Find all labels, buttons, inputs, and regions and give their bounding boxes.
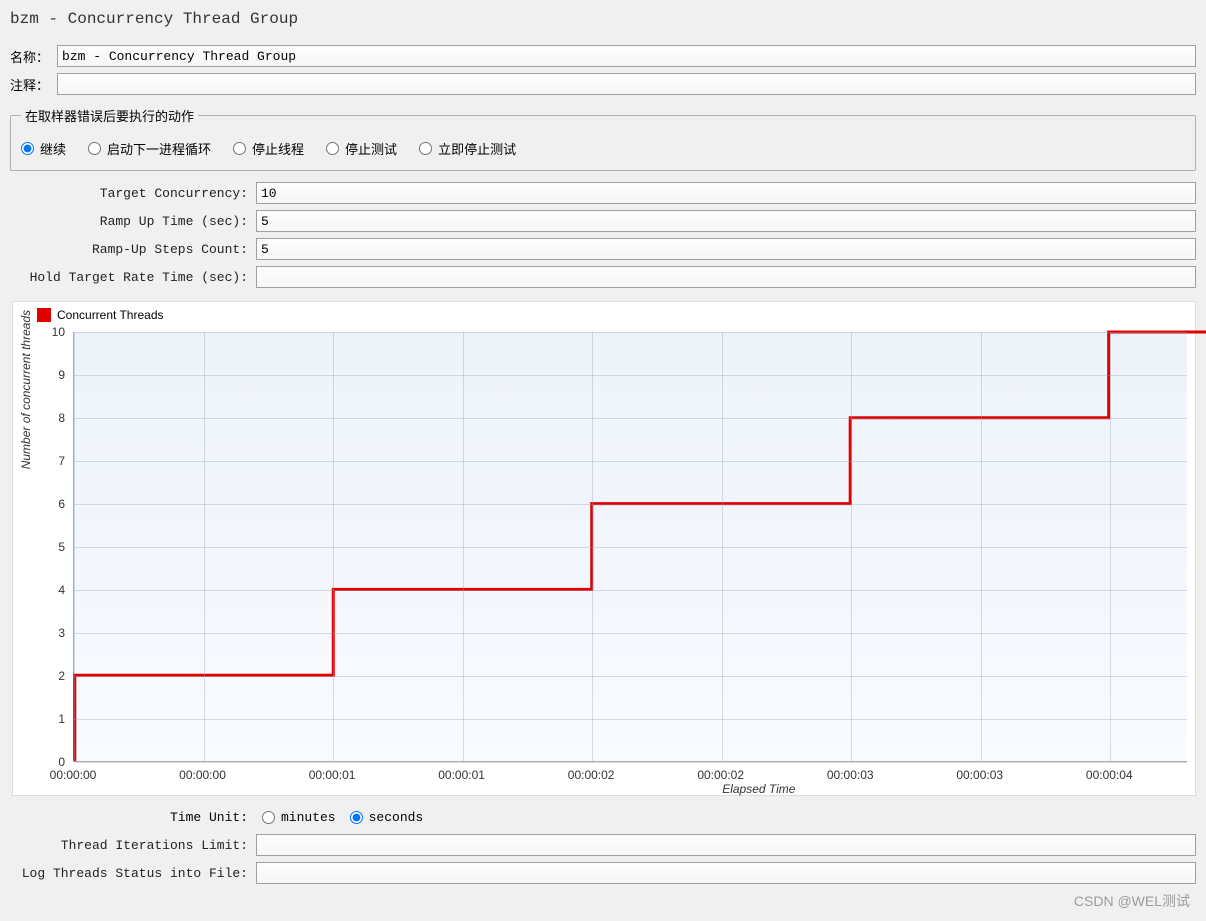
radio-stop-thread-input[interactable] xyxy=(233,142,246,155)
radio-stop-test[interactable]: 停止测试 xyxy=(326,139,397,158)
name-input[interactable] xyxy=(57,45,1196,67)
comment-input[interactable] xyxy=(57,73,1196,95)
y-tick: 2 xyxy=(45,669,65,683)
radio-continue-label: 继续 xyxy=(40,139,66,158)
time-unit-label: Time Unit: xyxy=(10,810,248,825)
legend-swatch-icon xyxy=(37,308,51,322)
error-action-group: 在取样器错误后要执行的动作 继续 启动下一进程循环 停止线程 停止测试 立即停止… xyxy=(10,106,1196,171)
radio-stop-test-now[interactable]: 立即停止测试 xyxy=(419,139,516,158)
radio-seconds[interactable]: seconds xyxy=(350,810,424,825)
radio-stop-test-now-input[interactable] xyxy=(419,142,432,155)
radio-seconds-input[interactable] xyxy=(350,811,363,824)
y-tick: 7 xyxy=(45,454,65,468)
ramp-up-time-label: Ramp Up Time (sec): xyxy=(10,214,248,229)
y-tick: 1 xyxy=(45,712,65,726)
y-tick: 10 xyxy=(45,325,65,339)
error-action-legend: 在取样器错误后要执行的动作 xyxy=(21,106,198,125)
y-tick: 8 xyxy=(45,411,65,425)
radio-stop-thread[interactable]: 停止线程 xyxy=(233,139,304,158)
log-file-label: Log Threads Status into File: xyxy=(10,866,248,881)
chart-legend: Concurrent Threads xyxy=(37,308,164,322)
ramp-up-steps-input[interactable] xyxy=(256,238,1196,260)
x-tick: 00:00:01 xyxy=(438,768,485,782)
plot-area xyxy=(73,332,1187,762)
y-tick: 3 xyxy=(45,626,65,640)
radio-stop-test-now-label: 立即停止测试 xyxy=(438,139,516,158)
y-tick: 4 xyxy=(45,583,65,597)
y-axis-label: Number of concurrent threads xyxy=(19,309,33,468)
radio-continue[interactable]: 继续 xyxy=(21,139,66,158)
hold-target-input[interactable] xyxy=(256,266,1196,288)
y-tick: 5 xyxy=(45,540,65,554)
watermark: CSDN @WEL测试 xyxy=(1074,891,1190,911)
comment-label: 注释： xyxy=(10,75,49,94)
name-label: 名称： xyxy=(10,47,49,66)
radio-minutes[interactable]: minutes xyxy=(262,810,336,825)
radio-next-loop-label: 启动下一进程循环 xyxy=(107,139,211,158)
radio-minutes-label: minutes xyxy=(281,810,336,825)
x-tick: 00:00:03 xyxy=(956,768,1003,782)
hold-target-label: Hold Target Rate Time (sec): xyxy=(10,270,248,285)
legend-text: Concurrent Threads xyxy=(57,308,164,322)
radio-next-loop-input[interactable] xyxy=(88,142,101,155)
x-tick: 00:00:03 xyxy=(827,768,874,782)
y-tick: 0 xyxy=(45,755,65,769)
target-concurrency-label: Target Concurrency: xyxy=(10,186,248,201)
radio-minutes-input[interactable] xyxy=(262,811,275,824)
x-tick: 00:00:00 xyxy=(179,768,226,782)
concurrency-chart: Concurrent Threads Number of concurrent … xyxy=(12,301,1196,796)
log-file-input[interactable] xyxy=(256,862,1196,884)
ramp-up-steps-label: Ramp-Up Steps Count: xyxy=(10,242,248,257)
x-tick: 00:00:04 xyxy=(1086,768,1133,782)
x-tick: 00:00:02 xyxy=(568,768,615,782)
target-concurrency-input[interactable] xyxy=(256,182,1196,204)
x-tick: 00:00:01 xyxy=(309,768,356,782)
radio-stop-thread-label: 停止线程 xyxy=(252,139,304,158)
thread-iterations-label: Thread Iterations Limit: xyxy=(10,838,248,853)
radio-continue-input[interactable] xyxy=(21,142,34,155)
x-tick: 00:00:00 xyxy=(50,768,97,782)
panel-title: bzm - Concurrency Thread Group xyxy=(0,0,1206,42)
radio-stop-test-label: 停止测试 xyxy=(345,139,397,158)
radio-stop-test-input[interactable] xyxy=(326,142,339,155)
radio-seconds-label: seconds xyxy=(369,810,424,825)
ramp-up-time-input[interactable] xyxy=(256,210,1196,232)
y-tick: 6 xyxy=(45,497,65,511)
x-tick: 00:00:02 xyxy=(697,768,744,782)
y-tick: 9 xyxy=(45,368,65,382)
x-axis-label: Elapsed Time xyxy=(722,782,795,796)
radio-next-loop[interactable]: 启动下一进程循环 xyxy=(88,139,211,158)
thread-iterations-input[interactable] xyxy=(256,834,1196,856)
